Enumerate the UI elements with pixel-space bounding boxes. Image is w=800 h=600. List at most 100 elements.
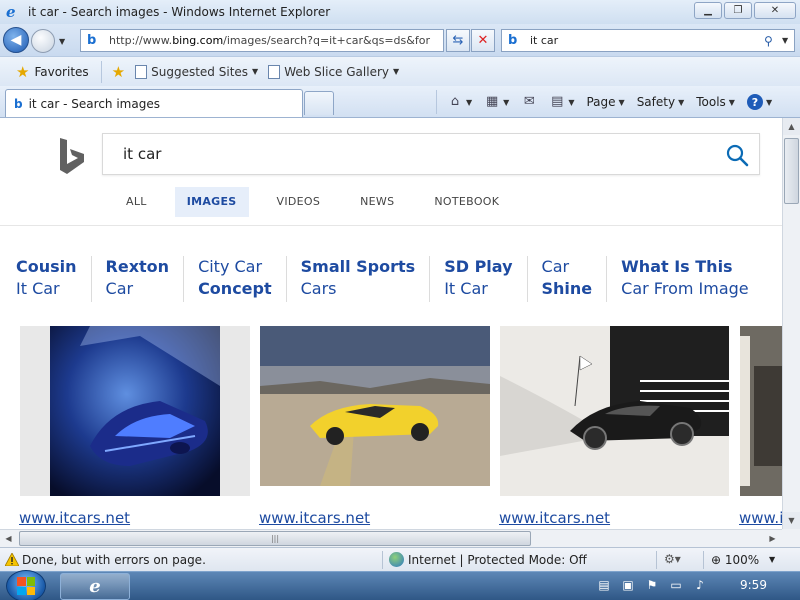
star-icon: ★ — [16, 62, 30, 81]
protected-mode-icon[interactable]: ⚙▾ — [664, 552, 681, 566]
blue-concept-car-image — [50, 326, 220, 496]
web-slice-gallery-item[interactable]: Web Slice Gallery ▼ — [268, 64, 400, 79]
mail-icon: ✉ — [523, 94, 535, 109]
clock[interactable]: 9:59 — [740, 578, 767, 592]
yellow-sports-car-image — [260, 326, 490, 486]
title-bar: e it car - Search images - Windows Inter… — [0, 0, 800, 24]
address-row: ◀ ▼ b http://www.bing.com/images/search?… — [0, 24, 800, 56]
scrollbar-corner — [782, 529, 800, 547]
internet-zone-icon — [389, 552, 404, 567]
tab-notebook[interactable]: NOTEBOOK — [422, 187, 511, 217]
chevron-down-icon: ▼ — [392, 67, 400, 76]
search-icon[interactable] — [725, 143, 749, 167]
status-bar: Done, but with errors on page. Internet … — [0, 547, 800, 571]
stop-icon: ✕ — [477, 33, 489, 48]
page-icon — [135, 64, 148, 79]
result-source-link-2[interactable]: www.itcars.net — [259, 509, 370, 527]
search-box[interactable]: it car — [102, 133, 760, 175]
zoom-dropdown[interactable]: ▼ — [769, 555, 775, 564]
printer-icon: ▤ — [551, 94, 564, 109]
result-source-link-4[interactable]: www.i — [739, 509, 782, 527]
url-text[interactable]: http://www.bing.com/images/search?q=it+c… — [109, 34, 439, 47]
horizontal-scroll-thumb[interactable]: ||| — [19, 531, 531, 546]
result-image-4[interactable] — [740, 326, 782, 496]
tools-menu[interactable]: Tools ▼ — [696, 95, 735, 109]
rss-icon: ▦ — [486, 94, 499, 109]
result-source-link-1[interactable]: www.itcars.net — [19, 509, 130, 527]
favorites-bar: ★ Favorites ★ Suggested Sites ▼ Web Slic… — [0, 56, 800, 86]
warning-icon[interactable] — [5, 553, 19, 566]
tab-videos[interactable]: VIDEOS — [265, 187, 333, 217]
page-menu[interactable]: Page ▼ — [586, 95, 624, 109]
result-image-3[interactable] — [500, 326, 729, 496]
bing-favicon-icon: b — [14, 96, 23, 111]
back-button[interactable]: ◀ — [3, 27, 29, 53]
refresh-button[interactable]: ⇆ — [446, 29, 470, 52]
page-icon — [268, 64, 281, 79]
ie-logo-icon: e — [89, 576, 101, 597]
zoom-level[interactable]: ⊕ 100% — [711, 553, 759, 567]
scroll-up-button[interactable]: ▲ — [783, 118, 800, 135]
related-search-item[interactable]: Small Sports Cars — [301, 256, 431, 302]
vertical-scroll-thumb[interactable] — [784, 138, 799, 204]
related-search-item[interactable]: Car Shine — [542, 256, 608, 302]
restore-button[interactable]: ❐ — [724, 2, 752, 19]
new-tab-button[interactable] — [304, 91, 334, 115]
related-search-item[interactable]: Rexton Car — [106, 256, 185, 302]
black-concept-car-image — [500, 326, 729, 496]
read-mail-button[interactable]: ✉ — [521, 95, 537, 109]
suggested-sites-item[interactable]: Suggested Sites ▼ — [135, 64, 258, 79]
related-search-item[interactable]: What Is This Car From Image — [621, 256, 762, 302]
home-button[interactable]: ⌂ ▼ — [447, 95, 472, 109]
add-favorite-icon[interactable]: ★ — [112, 63, 125, 81]
tab-it-car[interactable]: b it car - Search images — [5, 89, 303, 117]
address-bar[interactable]: b http://www.bing.com/images/search?q=it… — [80, 29, 444, 52]
windows-logo-icon — [17, 577, 35, 595]
related-search-item[interactable]: City Car Concept — [198, 256, 287, 302]
recent-pages-dropdown[interactable]: ▼ — [59, 37, 65, 46]
tab-images[interactable]: IMAGES — [174, 187, 249, 217]
display-icon[interactable]: ▭ — [668, 577, 684, 593]
taskbar: e ▤ ▣ ⚑ ▭ ♪ 9:59 — [0, 570, 800, 600]
vertical-scrollbar[interactable]: ▲ ▼ — [782, 118, 800, 529]
scroll-down-button[interactable]: ▼ — [783, 512, 800, 529]
result-source-link-3[interactable]: www.itcars.net — [499, 509, 610, 527]
page-content: it car ALL IMAGES VIDEOS NEWS NOTEBOOK C… — [0, 118, 782, 529]
related-search-item[interactable]: SD Play It Car — [444, 256, 528, 302]
stop-button[interactable]: ✕ — [471, 29, 495, 52]
favorites-button[interactable]: ★ Favorites — [16, 60, 102, 83]
scope-tabs: ALL IMAGES VIDEOS NEWS NOTEBOOK — [114, 187, 527, 217]
security-zone[interactable]: Internet | Protected Mode: Off — [408, 553, 587, 567]
safety-menu[interactable]: Safety ▼ — [637, 95, 685, 109]
minimize-button[interactable]: ▁ — [694, 2, 722, 19]
bing-favicon-icon: b — [87, 33, 97, 48]
scroll-left-button[interactable]: ◀ — [0, 530, 17, 547]
bing-logo-icon[interactable] — [58, 136, 88, 176]
browser-search-input[interactable]: it car — [530, 34, 764, 47]
close-button[interactable]: ✕ — [754, 2, 796, 19]
document-icon[interactable]: ▤ — [596, 577, 612, 593]
window-controls: ▁ ❐ ✕ — [694, 2, 796, 19]
tab-all[interactable]: ALL — [114, 187, 159, 217]
search-input[interactable]: it car — [123, 145, 161, 163]
tab-news[interactable]: NEWS — [348, 187, 406, 217]
horizontal-scrollbar[interactable]: ◀ ||| ▶ — [0, 529, 782, 547]
help-menu[interactable]: ? ▼ — [746, 94, 772, 110]
taskbar-ie-button[interactable]: e — [60, 573, 130, 600]
bing-favicon-icon: b — [508, 33, 518, 48]
feeds-button[interactable]: ▦ ▼ — [484, 95, 509, 109]
search-icon[interactable]: ⚲ — [764, 34, 782, 48]
action-center-flag-icon[interactable]: ⚑ — [644, 577, 660, 593]
scroll-right-button[interactable]: ▶ — [764, 530, 781, 547]
network-icon[interactable]: ▣ — [620, 577, 636, 593]
related-search-item[interactable]: Cousin It Car — [16, 256, 92, 302]
search-options-dropdown[interactable]: ▼ — [782, 36, 794, 45]
result-image-1[interactable] — [20, 326, 250, 496]
forward-button[interactable] — [31, 29, 55, 53]
print-button[interactable]: ▤ ▼ — [549, 95, 574, 109]
result-image-2[interactable] — [260, 326, 490, 486]
browser-search-box[interactable]: b it car ⚲ ▼ — [501, 29, 795, 52]
volume-muted-icon[interactable]: ♪ — [692, 577, 708, 593]
header-divider — [0, 225, 782, 226]
start-button[interactable] — [6, 570, 46, 600]
